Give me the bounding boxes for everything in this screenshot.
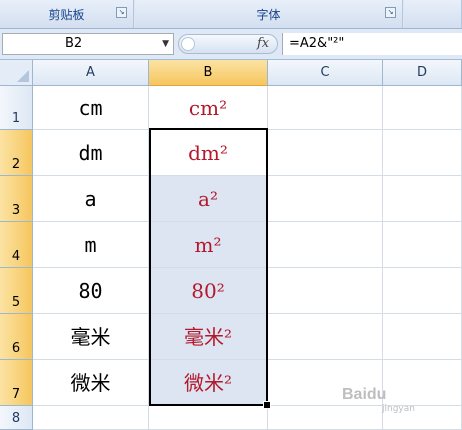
- font-group-label: 字体: [256, 8, 281, 22]
- clipboard-group[interactable]: 剪贴板 ↘: [0, 0, 134, 28]
- cell-a1[interactable]: cm: [33, 86, 149, 130]
- cell-c4[interactable]: [268, 222, 383, 268]
- cell-a4[interactable]: m: [33, 222, 149, 268]
- formula-bar-controls: fx: [178, 34, 278, 54]
- cell-c2[interactable]: [268, 130, 383, 176]
- cell-d1[interactable]: [383, 86, 462, 130]
- column-header-a[interactable]: A: [33, 60, 149, 86]
- cell-b3[interactable]: a²: [149, 176, 268, 222]
- row-header-8[interactable]: 8: [0, 406, 33, 430]
- cell-b2[interactable]: dm²: [149, 130, 268, 176]
- cell-b8[interactable]: [149, 406, 268, 430]
- name-box[interactable]: B2 ▼: [2, 33, 174, 55]
- font-group[interactable]: 字体 ↘: [135, 0, 403, 28]
- column-header-b[interactable]: B: [149, 60, 268, 86]
- chevron-down-icon[interactable]: ▼: [162, 34, 169, 54]
- row-header-5[interactable]: 5: [0, 268, 33, 314]
- insert-function-icon[interactable]: fx: [257, 36, 269, 51]
- clipboard-dialog-launcher-icon[interactable]: ↘: [116, 7, 127, 18]
- cell-c1[interactable]: [268, 86, 383, 130]
- select-all-button[interactable]: [0, 60, 33, 86]
- name-box-value: B2: [65, 36, 83, 51]
- alignment-group[interactable]: [404, 0, 462, 28]
- clipboard-group-label: 剪贴板: [48, 8, 85, 22]
- cell-a8[interactable]: [33, 406, 149, 430]
- baidu-watermark-logo: Baidu jingyan: [342, 378, 452, 418]
- column-header-d[interactable]: D: [383, 60, 462, 86]
- cell-b4[interactable]: m²: [149, 222, 268, 268]
- splitter-handle-icon[interactable]: [181, 37, 195, 51]
- cell-d3[interactable]: [383, 176, 462, 222]
- cell-a3[interactable]: a: [33, 176, 149, 222]
- cell-b7[interactable]: 微米²: [149, 360, 268, 406]
- row-header-2[interactable]: 2: [0, 130, 33, 176]
- select-all-triangle-icon: [17, 70, 29, 82]
- watermark-subtext: jingyan: [382, 404, 415, 414]
- cell-b5[interactable]: 80²: [149, 268, 268, 314]
- spreadsheet-grid: A B C D 1 cm cm² 2 dm dm² 3 a a² 4 m m² …: [0, 60, 462, 430]
- cell-d4[interactable]: [383, 222, 462, 268]
- cell-a6[interactable]: 毫米: [33, 314, 149, 360]
- formula-input[interactable]: =A2&"²": [282, 33, 462, 55]
- cell-d6[interactable]: [383, 314, 462, 360]
- cell-b1[interactable]: cm²: [149, 86, 268, 130]
- cell-a2[interactable]: dm: [33, 130, 149, 176]
- cell-d2[interactable]: [383, 130, 462, 176]
- fill-handle[interactable]: [263, 401, 271, 409]
- row-header-4[interactable]: 4: [0, 222, 33, 268]
- cell-b6[interactable]: 毫米²: [149, 314, 268, 360]
- cell-a7[interactable]: 微米: [33, 360, 149, 406]
- ribbon-group-bar: 剪贴板 ↘ 字体 ↘: [0, 0, 462, 29]
- cell-c5[interactable]: [268, 268, 383, 314]
- watermark-text: Baidu: [342, 386, 387, 403]
- row-header-7[interactable]: 7: [0, 360, 33, 406]
- cell-c3[interactable]: [268, 176, 383, 222]
- row-header-3[interactable]: 3: [0, 176, 33, 222]
- cell-c6[interactable]: [268, 314, 383, 360]
- font-dialog-launcher-icon[interactable]: ↘: [385, 7, 396, 18]
- row-header-1[interactable]: 1: [0, 86, 33, 130]
- cell-a5[interactable]: 80: [33, 268, 149, 314]
- row-header-6[interactable]: 6: [0, 314, 33, 360]
- cell-d5[interactable]: [383, 268, 462, 314]
- column-header-c[interactable]: C: [268, 60, 383, 86]
- formula-bar: B2 ▼ fx =A2&"²": [0, 29, 462, 60]
